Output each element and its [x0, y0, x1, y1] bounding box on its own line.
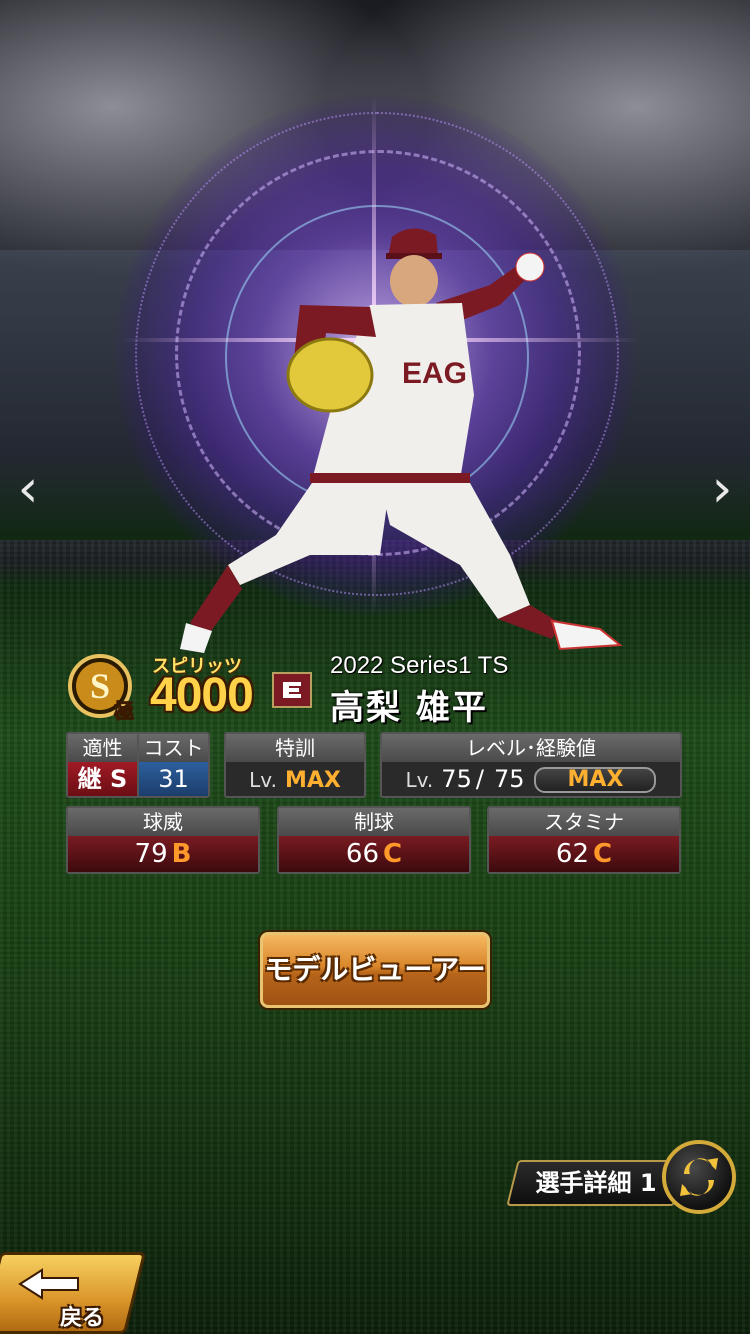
stat-grade: C	[383, 839, 403, 869]
back-arrow-icon	[18, 1268, 79, 1300]
stat-grade: C	[593, 839, 613, 869]
stat-control-panel: 制球 66 C	[277, 806, 471, 874]
training-lv-label: Lv.	[249, 768, 277, 792]
level-panel: レベル･経験値 Lv. 75/75 MAX	[380, 732, 682, 798]
svg-text:EAG: EAG	[402, 357, 467, 390]
stat-header: 球威	[68, 808, 258, 836]
swap-arrows-icon	[680, 1158, 718, 1196]
stat-velocity-panel: 球威 79 B	[66, 806, 260, 874]
stat-header: 制球	[279, 808, 469, 836]
player-detail-tab[interactable]: 選手詳細 1	[506, 1160, 686, 1206]
model-viewer-button[interactable]: モデルビューアー	[260, 932, 490, 1008]
aptitude-header: 適性	[68, 734, 137, 762]
stat-stamina-panel: スタミナ 62 C	[487, 806, 681, 874]
player-pitcher-image: EAG	[180, 228, 623, 653]
card-series: 2022 Series1 TS	[330, 652, 509, 679]
rank-sub-label: 極	[113, 699, 134, 722]
stat-value: 62	[555, 839, 589, 869]
spirits-value: 4000	[150, 669, 254, 722]
chevron-left-icon[interactable]: ‹	[8, 462, 48, 516]
stat-value: 66	[345, 839, 379, 869]
training-panel: 特訓 Lv. MAX	[224, 732, 366, 798]
training-header: 特訓	[226, 734, 364, 762]
level-header: レベル･経験値	[382, 734, 680, 762]
rank-badge: S 極	[68, 654, 135, 722]
level-current: 75	[441, 765, 472, 793]
cost-header: コスト	[139, 734, 208, 762]
exp-bar: MAX	[534, 767, 657, 793]
stat-grade: B	[171, 839, 192, 869]
level-separator: /	[475, 765, 484, 793]
rank-letter: S	[90, 666, 110, 706]
stat-header: スタミナ	[489, 808, 679, 836]
stat-body: 79 B	[68, 836, 258, 872]
swap-button[interactable]	[662, 1140, 736, 1214]
chevron-right-icon[interactable]: ›	[702, 462, 742, 516]
exp-bar-label: MAX	[567, 767, 624, 792]
cost-value: 31	[139, 762, 208, 796]
training-body: Lv. MAX	[226, 762, 364, 796]
aptitude-cost-panel: 適性 継 S コスト 31	[66, 732, 210, 798]
level-body: Lv. 75/75 MAX	[382, 762, 680, 796]
player-name: 高梨 雄平	[330, 688, 488, 728]
aptitude-value: 継 S	[68, 762, 137, 796]
level-max: 75	[493, 765, 525, 793]
stat-body: 66 C	[279, 836, 469, 872]
stat-value: 79	[134, 839, 168, 869]
stat-body: 62 C	[489, 836, 679, 872]
team-logo-icon	[272, 672, 312, 708]
level-lv-label: Lv.	[405, 768, 434, 792]
back-label: 戻る	[60, 1306, 105, 1331]
player-detail-label: 選手詳細 1	[535, 1169, 657, 1197]
training-value: MAX	[284, 768, 341, 793]
